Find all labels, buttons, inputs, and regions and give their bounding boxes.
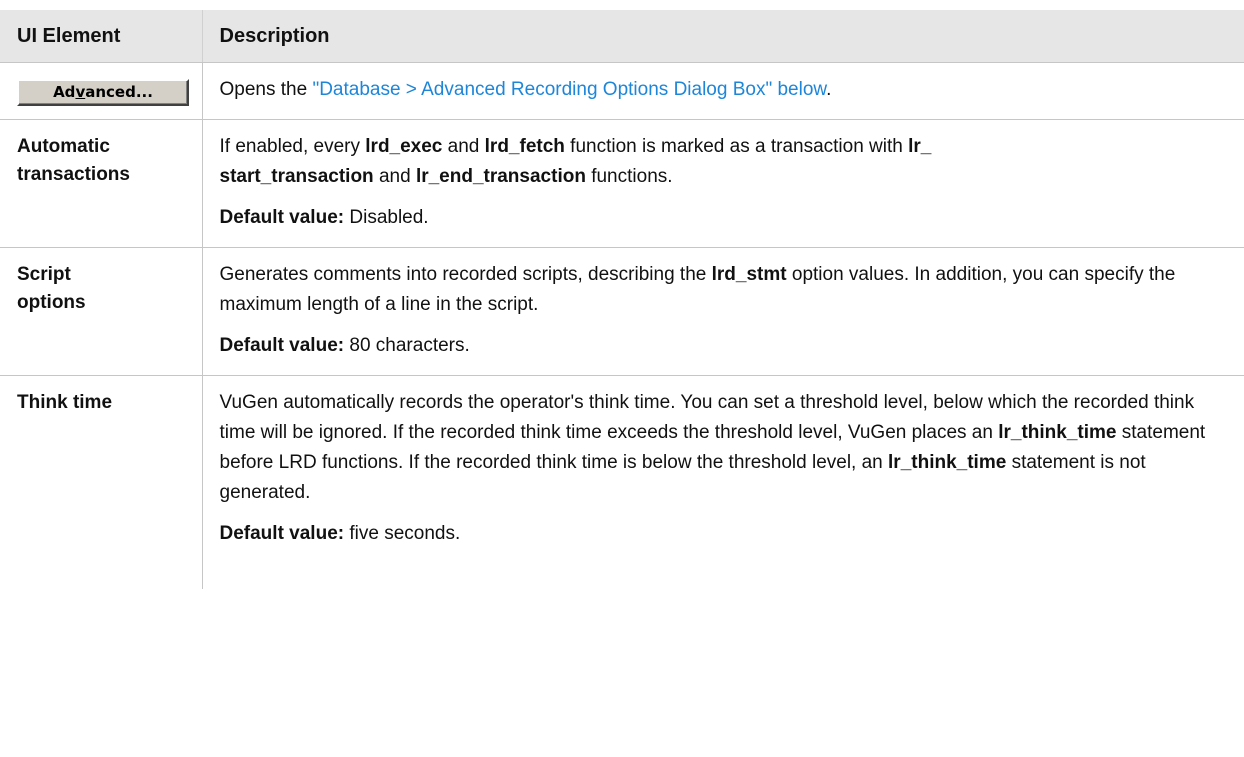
script-options-description: Generates comments into recorded scripts… — [219, 264, 1176, 315]
table-row-script-options: Script options Generates comments into r… — [0, 247, 1244, 376]
advanced-description: Opens the "Database > Advanced Recording… — [219, 79, 832, 100]
row-label-line: Think time — [17, 392, 113, 413]
row-label-line: transactions — [17, 164, 130, 185]
element-cell: Script options — [0, 247, 203, 376]
header-ui-element: UI Element — [0, 10, 203, 63]
description-cell: Generates comments into recorded scripts… — [202, 247, 1244, 376]
advanced-button[interactable]: Advanced... — [17, 79, 189, 106]
description-cell: Opens the "Database > Advanced Recording… — [202, 62, 1244, 120]
row-label-line: options — [17, 292, 86, 313]
think-time-default: Default value: five seconds. — [219, 523, 461, 544]
auto-tx-description: If enabled, every lrd_exec and lrd_fetch… — [219, 136, 932, 187]
description-cell: If enabled, every lrd_exec and lrd_fetch… — [202, 119, 1244, 248]
element-cell: Automatic transactions — [0, 119, 203, 248]
think-time-description: VuGen automatically records the operator… — [219, 392, 1206, 503]
table-row-advanced: Advanced... Opens the "Database > Advanc… — [0, 62, 1244, 120]
script-options-default: Default value: 80 characters. — [219, 335, 470, 356]
auto-tx-default: Default value: Disabled. — [219, 207, 429, 228]
advanced-dialog-link[interactable]: "Database > Advanced Recording Options D… — [312, 79, 826, 100]
element-cell: Think time — [0, 375, 203, 589]
mnemonic-letter: v — [75, 83, 86, 101]
row-label-line: Script — [17, 264, 71, 285]
table-row-automatic-transactions: Automatic transactions If enabled, every… — [0, 119, 1244, 248]
table-header-row: UI Element Description — [0, 10, 1244, 63]
table-row-think-time: Think time VuGen automatically records t… — [0, 375, 1244, 590]
description-cell: VuGen automatically records the operator… — [202, 376, 1244, 590]
ui-elements-table: UI Element Description Advanced... Opens… — [0, 10, 1244, 589]
header-description: Description — [202, 10, 1244, 63]
row-label-line: Automatic — [17, 136, 110, 157]
element-cell: Advanced... — [0, 62, 203, 120]
